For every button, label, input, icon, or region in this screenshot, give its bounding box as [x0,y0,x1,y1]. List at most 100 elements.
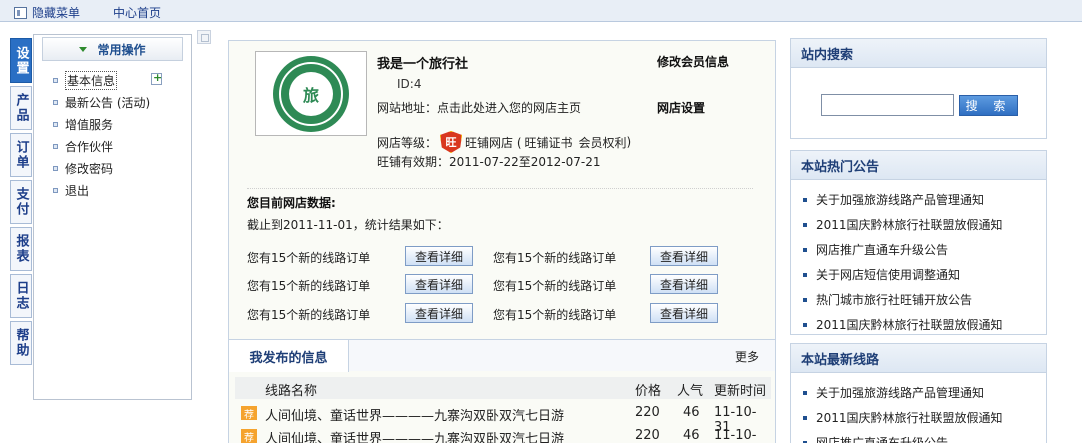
tab-my-published[interactable]: 我发布的信息 [229,340,349,372]
menu-item-label: 最新公告 (活动) [65,95,151,110]
view-details-button[interactable]: 查看详细 [650,274,718,294]
search-input[interactable] [821,94,954,116]
center-home-link[interactable]: 中心首页 [113,4,161,21]
menu-item-logout[interactable]: 退出 [34,179,191,201]
bullet-icon [803,322,807,327]
new-routes-box: 本站最新线路 关于加强旅游线路产品管理通知 2011国庆黔林旅行社联盟放假通知 … [790,343,1047,443]
left-menu: 常用操作 基本信息 最新公告 (活动) 增值服务 合作伙伴 修改密码 退出 [33,34,192,400]
menu-list: 基本信息 最新公告 (活动) 增值服务 合作伙伴 修改密码 退出 [34,69,191,201]
tab-payment[interactable]: 支付 [10,180,32,224]
order-stat-text: 您有15个新的线路订单 [493,279,617,293]
list-item[interactable]: 2011国庆黔林旅行社联盟放假通知 [791,405,1046,430]
add-icon[interactable] [151,71,162,85]
list-item[interactable]: 网店推广直通车升级公告 [791,430,1046,443]
view-details-button[interactable]: 查看详细 [405,246,473,266]
bullet-icon [803,390,807,395]
order-stat-text: 您有15个新的线路订单 [493,251,617,265]
view-details-button[interactable]: 查看详细 [650,303,718,323]
more-link[interactable]: 更多 [735,348,759,365]
recommend-tag-icon: 荐 [241,429,257,443]
view-details-button[interactable]: 查看详细 [650,246,718,266]
menu-item-value-added[interactable]: 增值服务 [34,113,191,135]
list-item[interactable]: 关于加强旅游线路产品管理通知 [791,380,1046,405]
bullet-icon [53,143,58,149]
shop-name: 我是一个旅行社 [377,57,469,72]
table-row[interactable]: 荐 人间仙境、童话世界————九寨沟双卧双汽七日游 220 46 11-10-3… [235,425,771,443]
bullet-icon [53,165,58,171]
list-item[interactable]: 关于网店短信使用调整通知 [791,262,1046,287]
bullet-icon [803,197,807,202]
tab-orders[interactable]: 订单 [10,133,32,177]
shop-level: 网店等级： 旺 旺铺网店 ( 旺铺证书 会员权利 ) [377,131,631,153]
new-routes-list: 关于加强旅游线路产品管理通知 2011国庆黔林旅行社联盟放假通知 网店推广直通车… [791,380,1046,443]
bullet-icon [53,187,58,193]
tab-settings[interactable]: 设置 [10,38,32,83]
bullet-icon [803,272,807,277]
stats-title: 您目前网店数据: [247,196,336,210]
shop-settings-link[interactable]: 网店设置 [657,99,705,116]
col-updated: 更新时间 [714,384,767,399]
level-close: ) [626,135,632,149]
order-stat-text: 您有15个新的线路订单 [247,251,371,265]
collapse-handle[interactable] [197,30,211,44]
hide-menu-toggle[interactable]: 隐藏菜单 [14,4,80,21]
tab-logs[interactable]: 日志 [10,274,32,318]
list-item[interactable]: 热门城市旅行社旺铺开放公告 [791,287,1046,312]
level-text: 旺铺网店 ( [465,135,522,150]
recommend-tag-icon: 荐 [241,406,257,421]
edit-member-info-link[interactable]: 修改会员信息 [657,53,729,70]
hide-menu-label: 隐藏菜单 [32,6,81,20]
route-name[interactable]: 人间仙境、童话世界————九寨沟双卧双汽七日游 [265,405,564,424]
route-name[interactable]: 人间仙境、童话世界————九寨沟双卧双汽七日游 [265,428,564,443]
menu-item-basic-info[interactable]: 基本信息 [34,69,191,91]
bullet-icon [803,415,807,420]
menu-item-latest-notices[interactable]: 最新公告 (活动) [34,91,191,113]
bullet-icon [53,99,58,105]
order-stat-row: 您有15个新的线路订单 查看详细 您有15个新的线路订单 查看详细 [247,246,757,266]
col-price: 价格 [635,384,662,399]
order-stat-text: 您有15个新的线路订单 [247,279,371,293]
shop-address: 网站地址：点击此处进入您的网店主页 [377,99,581,116]
tab-help[interactable]: 帮助 [10,321,32,365]
order-stat-row: 您有15个新的线路订单 查看详细 您有15个新的线路订单 查看详细 [247,303,757,323]
list-item[interactable]: 网店推广直通车升级公告 [791,237,1046,262]
tab-products[interactable]: 产品 [10,86,32,130]
list-item[interactable]: 2011国庆黔林旅行社联盟放假通知 [791,212,1046,237]
search-button[interactable]: 搜 索 [959,95,1018,116]
bullet-icon [803,247,807,252]
menu-item-label: 增值服务 [65,117,114,132]
logo-seal-icon: 旅 [273,55,349,132]
main-panel: 旅 我是一个旅行社 修改会员信息 ID:4 网站地址：点击此处进入您的网店主页 … [228,40,776,443]
col-popularity: 人气 [677,384,704,399]
tab-reports[interactable]: 报表 [10,227,32,271]
view-details-button[interactable]: 查看详细 [405,274,473,294]
route-popularity: 46 [683,405,700,420]
panel-toggle-icon [14,6,27,19]
table-header: 线路名称 价格 人气 更新时间 [235,377,771,399]
menu-item-partners[interactable]: 合作伙伴 [34,135,191,157]
level-label: 网店等级： [377,135,438,150]
address-label: 网站地址： [377,101,438,115]
shop-logo: 旅 [255,51,367,136]
order-stat-text: 您有15个新的线路订单 [247,308,371,322]
hot-notices-list: 关于加强旅游线路产品管理通知 2011国庆黔林旅行社联盟放假通知 网店推广直通车… [791,187,1046,337]
route-price: 220 [635,405,660,420]
new-routes-title: 本站最新线路 [791,344,1046,373]
search-title: 站内搜索 [791,39,1046,68]
list-item[interactable]: 关于加强旅游线路产品管理通知 [791,187,1046,212]
table-row[interactable]: 荐 人间仙境、童话世界————九寨沟双卧双汽七日游 220 46 11-10-3… [235,402,771,435]
list-item[interactable]: 2011国庆黔林旅行社联盟放假通知 [791,312,1046,337]
search-box: 站内搜索 搜 索 [790,38,1047,139]
vertical-tabs: 设置 产品 订单 支付 报表 日志 帮助 [10,38,32,368]
menu-item-label: 修改密码 [65,161,114,176]
menu-item-change-password[interactable]: 修改密码 [34,157,191,179]
order-stat-text: 您有15个新的线路订单 [493,308,617,322]
menu-item-label: 基本信息 [65,70,118,90]
certificate-link[interactable]: 旺铺证书 [525,134,573,151]
menu-item-label: 合作伙伴 [65,139,114,154]
menu-item-label: 退出 [65,183,90,198]
menu-header[interactable]: 常用操作 [42,37,183,61]
view-details-button[interactable]: 查看详细 [405,303,473,323]
shop-home-link[interactable]: 点击此处进入您的网店主页 [437,101,581,115]
member-rights-link[interactable]: 会员权利 [579,134,627,151]
